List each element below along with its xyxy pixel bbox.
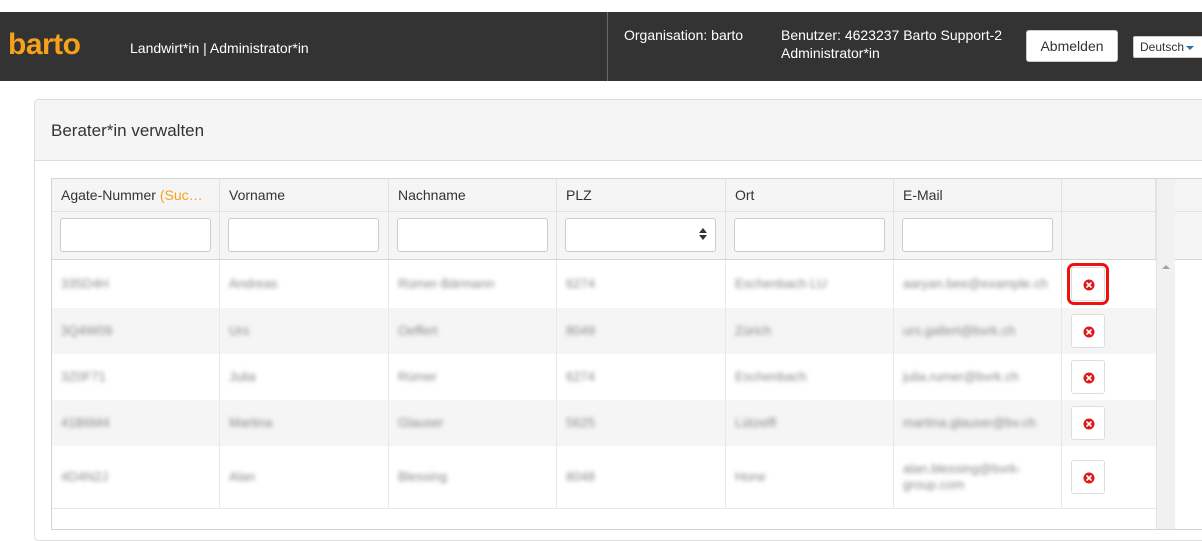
filter-plz-input[interactable] [565, 218, 716, 252]
cell-ort: Lützelfl [735, 415, 777, 430]
cell-plz: 5625 [566, 415, 595, 430]
filter-ort-input[interactable] [734, 218, 885, 252]
column-header-plz[interactable]: PLZ [557, 179, 726, 211]
cell-agate: 335D4H [61, 276, 109, 291]
column-header-row: Agate-Nummer (Suc… Vorname Nachname PLZ … [52, 179, 1202, 212]
cell-agate: 4D4N2J [61, 469, 108, 484]
column-header-nachname[interactable]: Nachname [389, 179, 557, 211]
vertical-scrollbar[interactable] [1156, 179, 1175, 529]
user-name: Benutzer: 4623237 Barto Support-2 [781, 27, 1003, 43]
cell-plz: 8049 [566, 323, 595, 338]
cell-nachname: Glauser [398, 415, 444, 430]
language-dropdown[interactable]: Deutsch [1133, 36, 1202, 58]
cell-vorname: Alan [229, 469, 256, 484]
column-header-actions [1062, 179, 1156, 211]
cell-nachname: Rümer [398, 369, 438, 384]
page-title: Berater*in verwalten [51, 121, 205, 140]
filter-email-input[interactable] [902, 218, 1053, 252]
cell-agate: 3Q4W09 [61, 323, 113, 338]
cell-agate: 3Z0F71 [61, 369, 106, 384]
cell-ort: Eschenbach [735, 369, 807, 384]
panel-heading: Berater*in verwalten [35, 100, 1202, 161]
column-header-ort[interactable]: Ort [726, 179, 894, 211]
logout-button[interactable]: Abmelden [1026, 30, 1118, 62]
cell-vorname: Julia [229, 369, 256, 384]
cell-ort: Eschenbach LU [735, 276, 827, 291]
cell-vorname: Andreas [229, 276, 278, 291]
delete-button[interactable] [1071, 360, 1105, 394]
caret-down-icon [1186, 45, 1195, 50]
cell-vorname: Urs [229, 323, 250, 338]
filter-nachname-input[interactable] [397, 218, 548, 252]
cell-plz: 6274 [566, 369, 595, 384]
cell-vorname: Martina [229, 415, 273, 430]
x-circle-icon [1083, 418, 1095, 430]
advisor-grid: Agate-Nummer (Suc… Vorname Nachname PLZ … [51, 178, 1202, 530]
delete-button[interactable] [1071, 460, 1105, 494]
top-navbar: barto Landwirt*in | Administrator*in Org… [0, 12, 1202, 81]
x-circle-icon [1083, 279, 1095, 291]
delete-button[interactable] [1071, 406, 1105, 440]
x-circle-icon [1083, 472, 1095, 484]
cell-nachname: Rümer-Bärmann [398, 276, 495, 291]
cell-email: alan.blessing@bvrk-group.com [903, 461, 1021, 492]
table-row[interactable]: 4D4N2J Alan Blessing 8048 Horw alan.bles… [52, 446, 1156, 509]
cell-nachname: Oeffert [398, 323, 438, 338]
cell-email: aaryan.bee@example.ch [903, 276, 1048, 291]
table-row[interactable]: 3Q4W09 Urs Oeffert 8049 Zürich urs.galle… [52, 308, 1156, 355]
table-row[interactable]: 41B6M4 Martina Glauser 5625 Lützelfl mar… [52, 400, 1156, 447]
column-header-agate[interactable]: Agate-Nummer (Suc… [52, 179, 220, 211]
delete-button[interactable] [1071, 314, 1105, 348]
x-circle-icon [1083, 372, 1095, 384]
nav-divider [607, 12, 608, 81]
cell-agate: 41B6M4 [61, 415, 110, 430]
user-role: Administrator*in [781, 45, 880, 61]
filter-row [52, 212, 1202, 260]
cell-ort: Horw [735, 469, 766, 484]
role-switcher[interactable]: Landwirt*in | Administrator*in [130, 39, 309, 57]
brand-logo[interactable]: barto [8, 27, 81, 63]
column-header-email[interactable]: E-Mail [894, 179, 1062, 211]
spinner-arrows-icon[interactable] [699, 228, 707, 242]
cell-nachname: Blessing [398, 469, 448, 484]
user-info: Benutzer: 4623237 Barto Support-2 Admini… [781, 26, 1002, 62]
column-header-vorname[interactable]: Vorname [220, 179, 389, 211]
table-row[interactable]: 335D4H Andreas Rümer-Bärmann 6274 Eschen… [52, 260, 1156, 309]
organisation-label: Organisation: barto [624, 27, 744, 43]
delete-button[interactable] [1067, 263, 1109, 305]
cell-plz: 8048 [566, 469, 595, 484]
table-row[interactable]: 3Z0F71 Julia Rümer 6274 Eschenbach julia… [52, 354, 1156, 401]
cell-email: martina.glauser@bv.ch [903, 415, 1036, 430]
filter-vorname-input[interactable] [228, 218, 379, 252]
scroll-up-arrow-icon[interactable] [1162, 265, 1170, 269]
cell-email: julia.rumer@bvrk.ch [903, 369, 1019, 384]
cell-plz: 6274 [566, 276, 595, 291]
language-label: Deutsch [1140, 40, 1185, 54]
cell-email: urs.gallert@bvrk.ch [903, 323, 1016, 338]
cell-ort: Zürich [735, 323, 772, 338]
x-circle-icon [1083, 326, 1095, 338]
filter-agate-input[interactable] [60, 218, 211, 252]
